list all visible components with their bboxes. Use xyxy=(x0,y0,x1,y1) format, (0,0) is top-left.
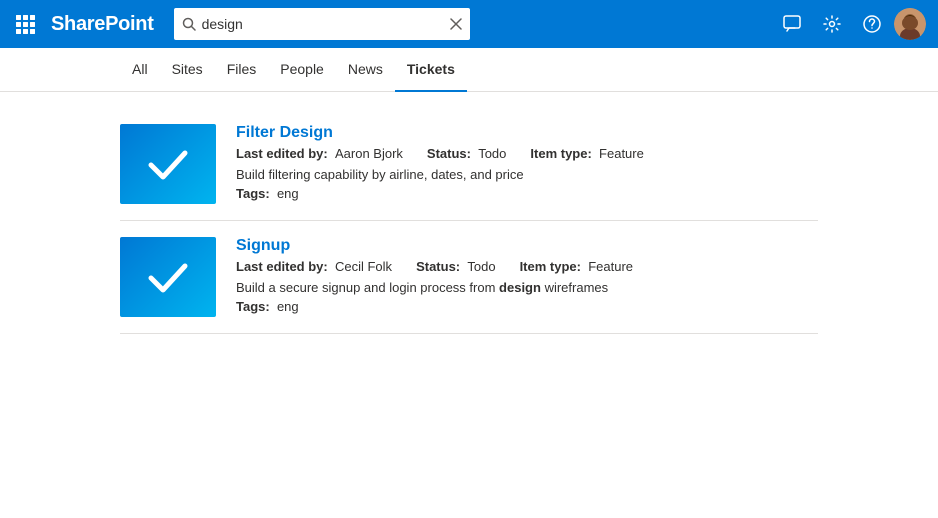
result-item: Filter Design Last edited by: Aaron Bjor… xyxy=(120,108,818,221)
result-meta-2: Last edited by: Cecil Folk Status: Todo … xyxy=(236,259,818,274)
nav-tabs: All Sites Files People News Tickets xyxy=(0,48,938,92)
avatar-image xyxy=(894,8,926,40)
status-1: Status: Todo xyxy=(427,146,507,161)
tab-sites[interactable]: Sites xyxy=(160,48,215,92)
help-button[interactable] xyxy=(854,6,890,42)
chat-button[interactable] xyxy=(774,6,810,42)
search-results: Filter Design Last edited by: Aaron Bjor… xyxy=(0,92,938,350)
status-2: Status: Todo xyxy=(416,259,496,274)
item-type-1: Item type: Feature xyxy=(530,146,643,161)
checkmark-icon xyxy=(143,139,193,189)
waffle-grid-icon xyxy=(16,15,35,34)
result-tags-2: Tags: eng xyxy=(236,299,818,314)
search-input[interactable] xyxy=(202,16,444,32)
last-edited-2: Last edited by: Cecil Folk xyxy=(236,259,392,274)
tab-all[interactable]: All xyxy=(120,48,160,92)
result-meta-1: Last edited by: Aaron Bjork Status: Todo… xyxy=(236,146,818,161)
clear-search-button[interactable] xyxy=(450,18,462,30)
result-title-2[interactable]: Signup xyxy=(236,237,818,255)
item-type-2: Item type: Feature xyxy=(520,259,633,274)
result-title-1[interactable]: Filter Design xyxy=(236,124,818,142)
app-name: SharePoint xyxy=(51,13,154,36)
checkmark-icon xyxy=(143,252,193,302)
tab-people[interactable]: People xyxy=(268,48,336,92)
result-tags-1: Tags: eng xyxy=(236,186,818,201)
avatar[interactable] xyxy=(894,8,926,40)
header: SharePoint xyxy=(0,0,938,48)
header-icons xyxy=(774,6,926,42)
result-desc-2: Build a secure signup and login process … xyxy=(236,280,818,295)
tab-files[interactable]: Files xyxy=(215,48,269,92)
settings-button[interactable] xyxy=(814,6,850,42)
tab-tickets[interactable]: Tickets xyxy=(395,48,467,92)
search-icon xyxy=(182,17,196,31)
result-info-2: Signup Last edited by: Cecil Folk Status… xyxy=(236,237,818,314)
result-thumbnail-1 xyxy=(120,124,216,204)
waffle-button[interactable] xyxy=(12,11,39,38)
search-box xyxy=(174,8,470,40)
last-edited-1: Last edited by: Aaron Bjork xyxy=(236,146,403,161)
result-thumbnail-2 xyxy=(120,237,216,317)
result-info-1: Filter Design Last edited by: Aaron Bjor… xyxy=(236,124,818,201)
tab-news[interactable]: News xyxy=(336,48,395,92)
result-desc-1: Build filtering capability by airline, d… xyxy=(236,167,818,182)
result-item: Signup Last edited by: Cecil Folk Status… xyxy=(120,221,818,334)
